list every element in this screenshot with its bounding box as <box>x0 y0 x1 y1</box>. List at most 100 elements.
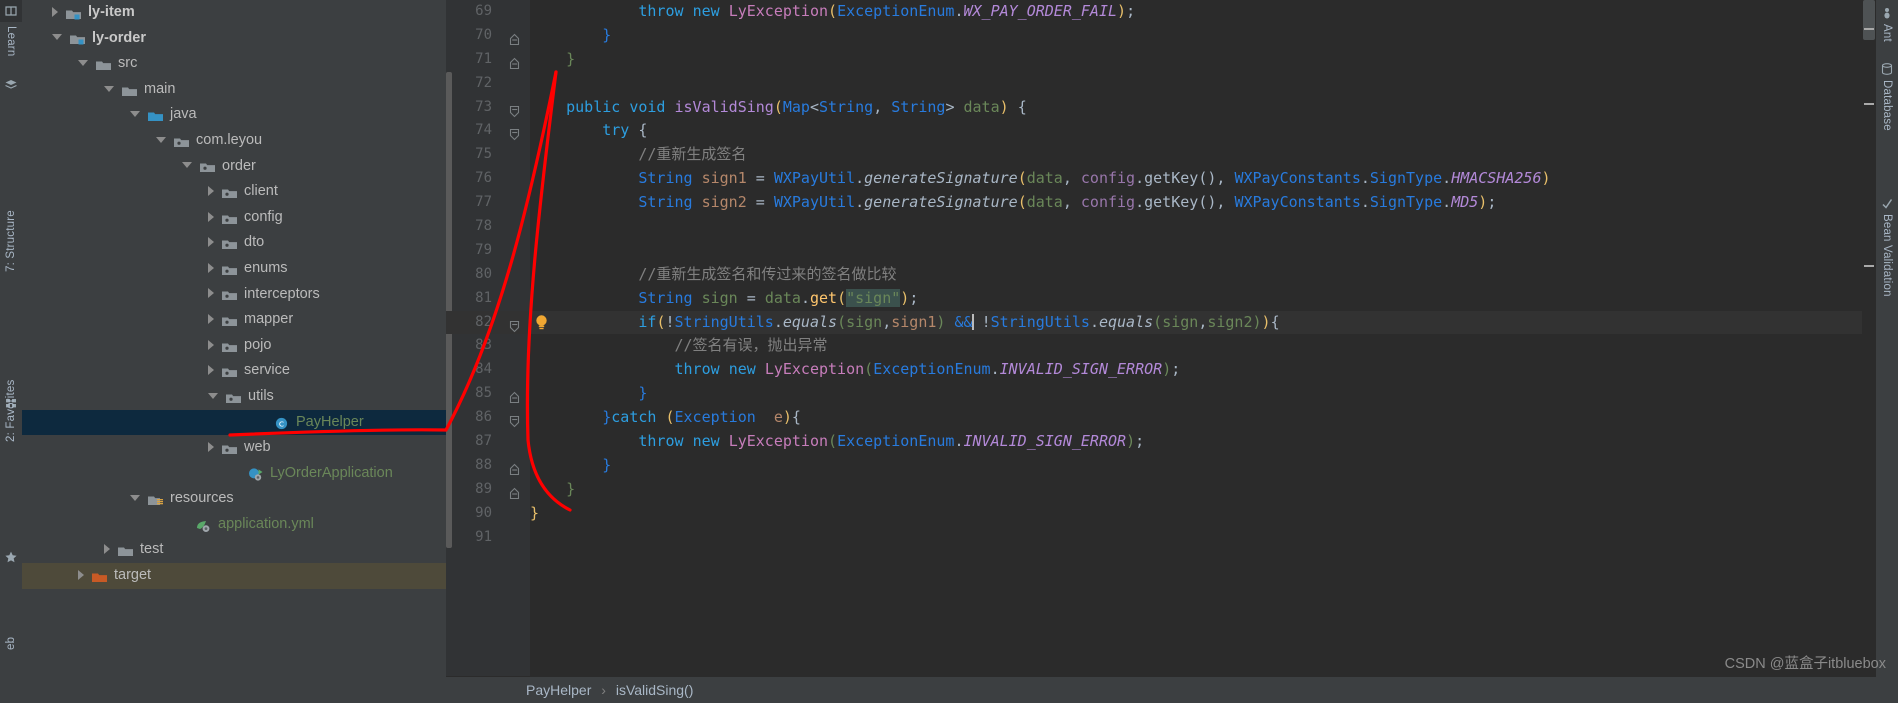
fold-end-icon[interactable] <box>508 484 521 499</box>
chevron-down-icon[interactable] <box>130 111 140 118</box>
fold-collapse-icon[interactable] <box>508 412 521 428</box>
tree-item-java[interactable]: java <box>22 102 446 128</box>
database-icon[interactable] <box>1880 62 1894 76</box>
fold-collapse-icon[interactable] <box>508 317 521 332</box>
code-line-85[interactable]: 85 } <box>446 382 1876 406</box>
chevron-down-icon[interactable] <box>130 495 140 502</box>
code-line-91[interactable]: 91 <box>446 526 1876 550</box>
chevron-right-icon[interactable] <box>208 211 214 222</box>
chevron-right-icon[interactable] <box>208 185 214 196</box>
tree-item-lyorderapplication[interactable]: LyOrderApplication <box>22 461 446 487</box>
fold-collapse-icon[interactable] <box>508 125 521 141</box>
marker-line[interactable] <box>1864 28 1874 30</box>
tree-item-mapper[interactable]: mapper <box>22 307 446 333</box>
left-stripe-item-learn[interactable]: Learn <box>0 26 22 56</box>
tree-item-service[interactable]: service <box>22 358 446 384</box>
code-line-79[interactable]: 79 <box>446 239 1876 263</box>
code-line-90[interactable]: 90} <box>446 502 1876 526</box>
code-line-78[interactable]: 78 <box>446 215 1876 239</box>
right-stripe-item-ant[interactable]: Ant <box>1876 24 1898 42</box>
code-line-87[interactable]: 87 throw new LyException(ExceptionEnum.I… <box>446 430 1876 454</box>
marker-line[interactable] <box>1864 265 1874 267</box>
left-stripe-item-structure[interactable]: 7: Structure <box>0 210 22 272</box>
code-line-73[interactable]: 73 public void isValidSing(Map<String, S… <box>446 96 1876 120</box>
code-line-76[interactable]: 76 String sign1 = WXPayUtil.generateSign… <box>446 167 1876 191</box>
chevron-right-icon[interactable] <box>208 262 214 273</box>
favorites-star-icon[interactable] <box>4 550 18 564</box>
chevron-down-icon[interactable] <box>104 85 114 92</box>
chevron-right-icon[interactable] <box>208 441 214 452</box>
fold-end-icon[interactable] <box>508 54 521 69</box>
fold-end-icon[interactable] <box>508 388 521 404</box>
bean-validation-icon[interactable] <box>1880 196 1894 210</box>
project-tree-panel[interactable]: ly-item ly-order src main java com.leyou order… <box>22 0 446 703</box>
chevron-right-icon[interactable] <box>208 339 214 350</box>
chevron-down-icon[interactable] <box>78 59 88 66</box>
code-line-83[interactable]: 83 //签名有误，抛出异常 <box>446 334 1876 358</box>
chevron-right-icon[interactable] <box>52 6 58 17</box>
left-stripe-item-favorites[interactable]: 2: Favorites <box>0 380 22 442</box>
ant-icon[interactable] <box>1880 6 1894 20</box>
chevron-down-icon[interactable] <box>52 34 62 41</box>
editor-marker-bar[interactable] <box>1862 0 1876 677</box>
tree-item-order[interactable]: order <box>22 154 446 180</box>
left-stripe-item-web[interactable]: eb <box>0 628 22 650</box>
code-line-74[interactable]: 74 try { <box>446 119 1876 143</box>
chevron-down-icon[interactable] <box>182 162 192 169</box>
tree-item-application-yml[interactable]: application.yml <box>22 512 446 538</box>
fold-collapse-icon[interactable] <box>508 102 521 117</box>
chevron-right-icon[interactable] <box>208 365 214 376</box>
tree-item-target[interactable]: target <box>22 563 446 589</box>
breadcrumb-class[interactable]: PayHelper <box>526 682 591 698</box>
chevron-down-icon[interactable] <box>208 392 218 399</box>
chevron-right-icon[interactable] <box>208 313 214 324</box>
right-stripe-item-database[interactable]: Database <box>1876 80 1898 131</box>
learn-icon[interactable] <box>4 4 18 18</box>
tree-item-label: ly-order <box>92 29 146 46</box>
code-line-80[interactable]: 80 //重新生成签名和传过来的签名做比较 <box>446 263 1876 287</box>
tree-item-ly-item[interactable]: ly-item <box>22 0 446 26</box>
code-line-82[interactable]: 82 if(!StringUtils.equals(sign,sign1) &&… <box>446 310 1876 335</box>
code-line-72[interactable]: 72 <box>446 72 1876 96</box>
fold-end-icon[interactable] <box>508 460 521 475</box>
tree-item-client[interactable]: client <box>22 179 446 205</box>
breadcrumb[interactable]: PayHelper › isValidSing() <box>446 676 1876 703</box>
chevron-right-icon[interactable] <box>208 288 214 299</box>
code-line-71[interactable]: 71 } <box>446 48 1876 72</box>
chevron-right-icon[interactable] <box>208 237 214 248</box>
code-line-86[interactable]: 86 }catch (Exception e){ <box>446 406 1876 430</box>
chevron-down-icon[interactable] <box>156 136 166 143</box>
code-line-70[interactable]: 70 } <box>446 24 1876 48</box>
code-line-89[interactable]: 89 } <box>446 478 1876 502</box>
editor-scrollbar-thumb[interactable] <box>1863 0 1875 40</box>
tree-item-payhelper[interactable]: C PayHelper <box>22 409 446 436</box>
right-stripe-item-bean-validation[interactable]: Bean Validation <box>1876 214 1898 297</box>
book-stack-icon[interactable] <box>4 78 18 92</box>
tree-item-dto[interactable]: dto <box>22 230 446 256</box>
tree-item-main[interactable]: main <box>22 77 446 103</box>
tree-item-src[interactable]: src <box>22 51 446 77</box>
code-line-75[interactable]: 75 //重新生成签名 <box>446 143 1876 167</box>
code-line-84[interactable]: 84 throw new LyException(ExceptionEnum.I… <box>446 358 1876 382</box>
tree-item-config[interactable]: config <box>22 205 446 231</box>
code-editor[interactable]: 69 throw new LyException(ExceptionEnum.W… <box>446 0 1876 703</box>
tree-item-pojo[interactable]: pojo <box>22 333 446 359</box>
marker-line[interactable] <box>1864 103 1874 105</box>
tree-item-test[interactable]: test <box>22 537 446 563</box>
code-line-69[interactable]: 69 throw new LyException(ExceptionEnum.W… <box>446 0 1876 24</box>
chevron-right-icon[interactable] <box>78 569 84 580</box>
code-lines[interactable]: 69 throw new LyException(ExceptionEnum.W… <box>446 0 1876 549</box>
tree-item-utils[interactable]: utils <box>22 384 446 410</box>
tree-item-com-leyou[interactable]: com.leyou <box>22 128 446 154</box>
tree-item-web[interactable]: web <box>22 435 446 461</box>
tree-item-interceptors[interactable]: interceptors <box>22 282 446 308</box>
fold-end-icon[interactable] <box>508 30 521 45</box>
breadcrumb-method[interactable]: isValidSing() <box>616 682 694 698</box>
tree-item-ly-order[interactable]: ly-order <box>22 26 446 52</box>
code-line-81[interactable]: 81 String sign = data.get("sign"); <box>446 287 1876 311</box>
code-line-77[interactable]: 77 String sign2 = WXPayUtil.generateSign… <box>446 191 1876 215</box>
tree-item-resources[interactable]: resources <box>22 486 446 512</box>
code-line-88[interactable]: 88 } <box>446 454 1876 478</box>
tree-item-enums[interactable]: enums <box>22 256 446 282</box>
chevron-right-icon[interactable] <box>104 544 110 555</box>
